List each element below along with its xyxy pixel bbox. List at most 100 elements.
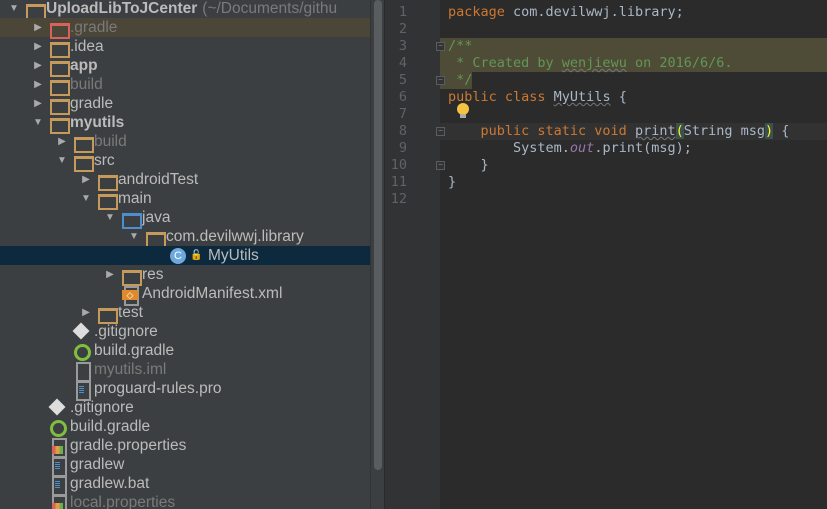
folder-icon [96, 305, 118, 324]
tree-item[interactable]: ▶ .idea [0, 37, 370, 58]
tree-item[interactable]: build.gradle [0, 341, 370, 361]
fold-marker-icon[interactable]: − [436, 127, 445, 136]
code-token: */ [448, 72, 473, 88]
text-file-icon [48, 475, 68, 496]
tree-item[interactable]: ▶ build [0, 75, 370, 96]
fold-marker-icon[interactable]: − [436, 76, 445, 85]
collapse-arrow-icon[interactable]: ▶ [28, 41, 48, 52]
tree-item[interactable]: ▼ com.devilwwj.library [0, 227, 370, 248]
line-number: 6 [398, 89, 407, 105]
code-token: * Created by [448, 55, 562, 71]
tree-item-label: test [118, 303, 143, 321]
collapse-arrow-icon[interactable]: ▶ [28, 60, 48, 71]
tree-item[interactable]: gradle.properties [0, 436, 370, 458]
tree-item[interactable]: ▶ .gradle [0, 18, 370, 39]
collapse-arrow-icon[interactable]: ▶ [28, 79, 48, 90]
tree-item[interactable]: ▶ app [0, 56, 370, 77]
code-token: ) [765, 123, 774, 139]
gradle-icon [48, 419, 68, 437]
code-line[interactable]: package com.devilwwj.library; [440, 4, 827, 21]
tree-item[interactable]: .gitignore [0, 322, 370, 341]
tree-scrollbar[interactable] [370, 0, 384, 509]
code-token: } [448, 157, 489, 173]
expand-arrow-icon[interactable]: ▼ [76, 193, 96, 204]
text-file-icon [48, 456, 68, 477]
tree-item[interactable]: 🔓 MyUtils [0, 246, 370, 265]
code-line[interactable]: public static void print(String msg) { [440, 123, 827, 140]
expand-arrow-icon[interactable]: ▼ [100, 212, 120, 223]
tree-item[interactable]: ▶ gradle [0, 94, 370, 115]
tree-item-label: build [70, 75, 103, 93]
collapse-arrow-icon[interactable]: ▶ [76, 307, 96, 318]
tree-item[interactable]: ▼ myutils [0, 113, 370, 134]
fold-marker-icon[interactable]: − [436, 42, 445, 51]
tree-item[interactable]: local.properties [0, 493, 370, 509]
fold-marker-icon[interactable]: − [436, 161, 445, 170]
expand-arrow-icon[interactable]: ▼ [28, 117, 48, 128]
tree-item-label: res [142, 265, 164, 283]
code-token: { [773, 123, 790, 139]
tree-item[interactable]: gradlew [0, 455, 370, 477]
code-line[interactable]: /** [440, 38, 827, 55]
tree-item-label: gradlew [70, 455, 125, 473]
expand-arrow-icon[interactable]: ▼ [124, 231, 144, 242]
scrollbar-thumb[interactable] [374, 0, 382, 470]
excluded-folder-icon [48, 20, 70, 39]
tree-item-label: .gradle [70, 18, 118, 36]
tree-item-label: java [142, 208, 171, 226]
tree-item-label: MyUtils [208, 246, 259, 264]
code-token: } [448, 174, 457, 190]
code-line[interactable]: } [440, 157, 827, 174]
code-line[interactable]: * Created by wenjiewu on 2016/6/6. [440, 55, 827, 72]
class-icon [168, 247, 188, 264]
code-line[interactable]: */ [440, 72, 827, 89]
expand-arrow-icon[interactable]: ▼ [4, 3, 24, 14]
tree-item-label: build.gradle [94, 341, 175, 359]
code-token: on 2016/6/6. [626, 55, 733, 71]
code-line[interactable] [440, 191, 827, 208]
code-token: ( [675, 123, 684, 139]
code-line[interactable] [440, 21, 827, 38]
tree-item-label: myutils [70, 113, 125, 131]
tree-item[interactable]: gradlew.bat [0, 474, 370, 496]
tree-item[interactable]: ▶ androidTest [0, 170, 370, 191]
code-line[interactable]: System.out.print(msg); [440, 140, 827, 157]
line-number: 11 [390, 174, 407, 190]
tree-item-label: gradle.properties [70, 436, 187, 454]
tree-item[interactable]: build.gradle [0, 417, 370, 437]
code-token: MyUtils [553, 89, 611, 105]
line-number: 4 [398, 55, 407, 71]
tree-item-label: local.properties [70, 493, 176, 509]
module-folder-icon [24, 1, 46, 20]
lightbulb-icon[interactable] [457, 103, 469, 118]
tree-item[interactable]: ▼ java [0, 208, 370, 229]
collapse-arrow-icon[interactable]: ▶ [100, 269, 120, 280]
code-token: wenjiewu [561, 55, 627, 71]
collapse-arrow-icon[interactable]: ▶ [28, 22, 48, 33]
line-number: 9 [398, 140, 407, 156]
tree-item[interactable]: ▶ build [0, 132, 370, 153]
code-line[interactable] [440, 106, 827, 123]
collapse-arrow-icon[interactable]: ▶ [52, 136, 72, 147]
tree-item[interactable]: ▼ main [0, 189, 370, 210]
code-line[interactable]: } [440, 174, 827, 191]
tree-item-label: gradle [70, 94, 114, 112]
tree-item[interactable]: AndroidManifest.xml [0, 284, 370, 306]
tree-item[interactable]: ▼ src [0, 151, 370, 172]
tree-item-label: AndroidManifest.xml [142, 284, 283, 302]
collapse-arrow-icon[interactable]: ▶ [28, 98, 48, 109]
code-token: /** [448, 38, 473, 54]
tree-item[interactable]: proguard-rules.pro [0, 379, 370, 401]
tree-item[interactable]: ▼ UploadLibToJCenter (~/Documents/githu [0, 0, 370, 20]
folder-icon [72, 153, 94, 172]
project-tree[interactable]: ▼ UploadLibToJCenter (~/Documents/githu ▶ .g… [0, 0, 370, 509]
line-number: 3 [398, 38, 407, 54]
tree-item[interactable]: ▶ res [0, 265, 370, 286]
expand-arrow-icon[interactable]: ▼ [52, 155, 72, 166]
tree-item[interactable]: .gitignore [0, 398, 370, 417]
code-line[interactable]: public class MyUtils { [440, 89, 827, 106]
tree-item[interactable]: myutils.iml [0, 360, 370, 382]
tree-item[interactable]: ▶ test [0, 303, 370, 324]
code-token: com.devilwwj.library; [504, 4, 684, 20]
collapse-arrow-icon[interactable]: ▶ [76, 174, 96, 185]
